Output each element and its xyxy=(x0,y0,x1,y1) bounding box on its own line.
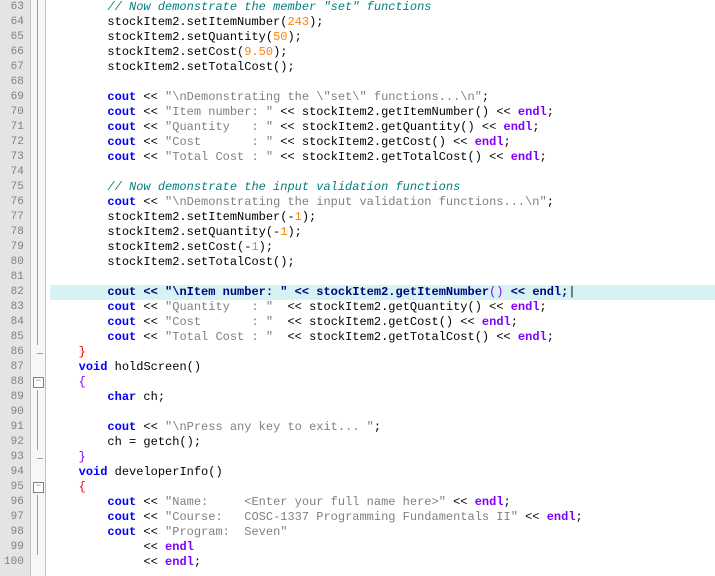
code-line[interactable] xyxy=(50,270,715,285)
line-number: 86 xyxy=(4,345,24,360)
fold-toggle-icon[interactable]: − xyxy=(33,377,44,388)
code-line[interactable]: { xyxy=(50,375,715,390)
line-number: 93 xyxy=(4,450,24,465)
line-number: 63 xyxy=(4,0,24,15)
line-number: 67 xyxy=(4,60,24,75)
line-number: 76 xyxy=(4,195,24,210)
fold-toggle-icon[interactable]: − xyxy=(33,482,44,493)
code-line[interactable]: << endl xyxy=(50,540,715,555)
code-line[interactable]: // Now demonstrate the input validation … xyxy=(50,180,715,195)
code-line[interactable]: cout << "Cost : " << stockItem2.getCost(… xyxy=(50,315,715,330)
line-number: 84 xyxy=(4,315,24,330)
code-line[interactable]: cout << "Name: <Enter your full name her… xyxy=(50,495,715,510)
line-number: 75 xyxy=(4,180,24,195)
code-line[interactable]: << endl; xyxy=(50,555,715,570)
code-line[interactable]: cout << "\nDemonstrating the input valid… xyxy=(50,195,715,210)
line-number: 90 xyxy=(4,405,24,420)
fold-guide xyxy=(37,390,38,450)
code-line[interactable]: cout << "Course: COSC-1337 Programming F… xyxy=(50,510,715,525)
code-line[interactable]: stockItem2.setTotalCost(); xyxy=(50,255,715,270)
line-number: 94 xyxy=(4,465,24,480)
line-number: 96 xyxy=(4,495,24,510)
line-number: 77 xyxy=(4,210,24,225)
code-line[interactable]: stockItem2.setCost(-1); xyxy=(50,240,715,255)
code-editor[interactable]: 6364656667686970717273747576777879808182… xyxy=(0,0,715,576)
fold-guide-end xyxy=(37,353,43,354)
line-number: 72 xyxy=(4,135,24,150)
code-line[interactable] xyxy=(50,165,715,180)
line-number: 100 xyxy=(4,555,24,570)
line-number: 97 xyxy=(4,510,24,525)
line-number: 92 xyxy=(4,435,24,450)
code-line[interactable]: cout << "Quantity : " << stockItem2.getQ… xyxy=(50,120,715,135)
code-line[interactable]: stockItem2.setQuantity(50); xyxy=(50,30,715,45)
line-number: 78 xyxy=(4,225,24,240)
code-line[interactable]: ch = getch(); xyxy=(50,435,715,450)
line-number: 87 xyxy=(4,360,24,375)
line-number: 99 xyxy=(4,540,24,555)
code-line[interactable]: // Now demonstrate the member "set" func… xyxy=(50,0,715,15)
line-number: 91 xyxy=(4,420,24,435)
code-line[interactable]: void developerInfo() xyxy=(50,465,715,480)
line-number: 68 xyxy=(4,75,24,90)
code-line[interactable] xyxy=(50,75,715,90)
code-line[interactable]: { xyxy=(50,480,715,495)
line-number: 89 xyxy=(4,390,24,405)
line-number: 74 xyxy=(4,165,24,180)
line-number: 73 xyxy=(4,150,24,165)
line-number-gutter: 6364656667686970717273747576777879808182… xyxy=(0,0,31,576)
code-line[interactable]: void holdScreen() xyxy=(50,360,715,375)
code-line[interactable]: cout << "Total Cost : " << stockItem2.ge… xyxy=(50,330,715,345)
fold-margin[interactable]: −− xyxy=(31,0,46,576)
code-line[interactable] xyxy=(50,405,715,420)
code-line[interactable]: cout << "Total Cost : " << stockItem2.ge… xyxy=(50,150,715,165)
line-number: 80 xyxy=(4,255,24,270)
code-line[interactable]: cout << "\nPress any key to exit... "; xyxy=(50,420,715,435)
line-number: 98 xyxy=(4,525,24,540)
line-number: 79 xyxy=(4,240,24,255)
code-line[interactable]: stockItem2.setItemNumber(243); xyxy=(50,15,715,30)
code-line[interactable]: stockItem2.setItemNumber(-1); xyxy=(50,210,715,225)
line-number: 95 xyxy=(4,480,24,495)
code-line[interactable]: } xyxy=(50,345,715,360)
line-number: 70 xyxy=(4,105,24,120)
fold-guide xyxy=(37,495,38,555)
fold-guide xyxy=(37,0,38,345)
code-line[interactable]: cout << "Quantity : " << stockItem2.getQ… xyxy=(50,300,715,315)
line-number: 83 xyxy=(4,300,24,315)
code-area[interactable]: // Now demonstrate the member "set" func… xyxy=(46,0,715,576)
line-number: 65 xyxy=(4,30,24,45)
code-line[interactable]: cout << "Cost : " << stockItem2.getCost(… xyxy=(50,135,715,150)
code-line[interactable]: stockItem2.setTotalCost(); xyxy=(50,60,715,75)
code-line[interactable]: cout << "\nDemonstrating the \"set\" fun… xyxy=(50,90,715,105)
code-line[interactable]: char ch; xyxy=(50,390,715,405)
line-number: 88 xyxy=(4,375,24,390)
code-line[interactable]: stockItem2.setCost(9.50); xyxy=(50,45,715,60)
fold-guide-end xyxy=(37,458,43,459)
line-number: 66 xyxy=(4,45,24,60)
line-number: 82 xyxy=(4,285,24,300)
code-line[interactable]: cout << "Program: Seven" xyxy=(50,525,715,540)
line-number: 69 xyxy=(4,90,24,105)
code-line[interactable]: stockItem2.setQuantity(-1); xyxy=(50,225,715,240)
code-line[interactable]: } xyxy=(50,450,715,465)
line-number: 81 xyxy=(4,270,24,285)
code-line[interactable]: cout << "\nItem number: " << stockItem2.… xyxy=(50,285,715,300)
line-number: 85 xyxy=(4,330,24,345)
code-line[interactable]: cout << "Item number: " << stockItem2.ge… xyxy=(50,105,715,120)
line-number: 64 xyxy=(4,15,24,30)
line-number: 71 xyxy=(4,120,24,135)
